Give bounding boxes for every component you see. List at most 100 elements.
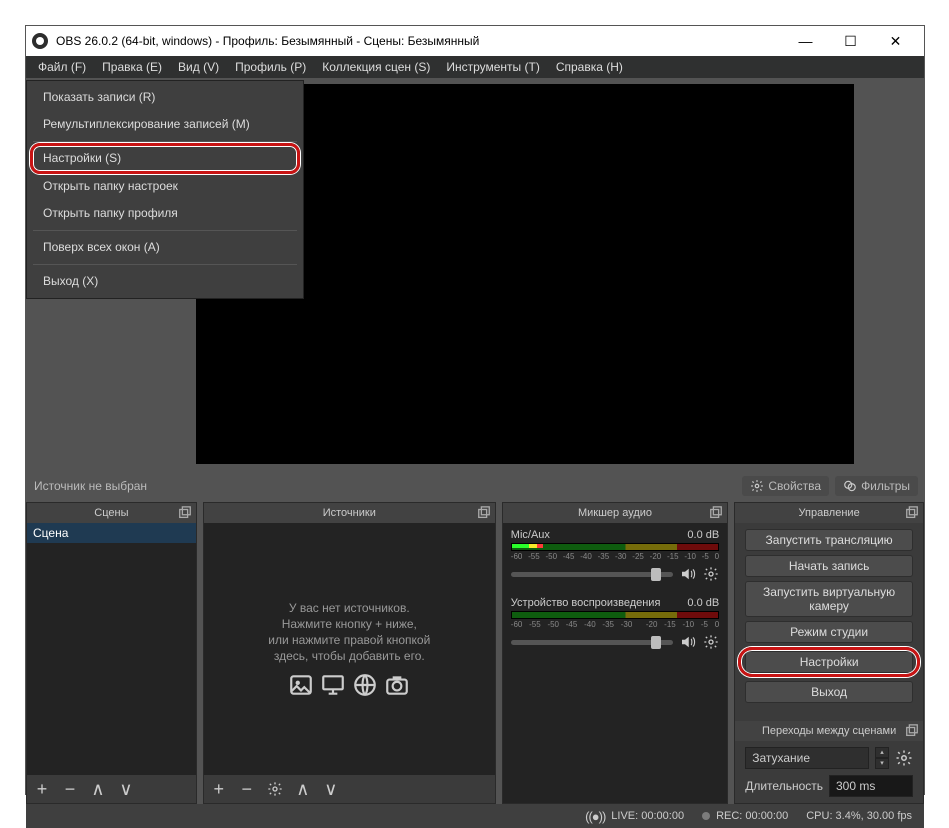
track-name: Mic/Aux [511, 529, 550, 541]
mixer-track-mic: Mic/Aux 0.0 dB -60-55-50-45-40-35-30-25-… [511, 529, 719, 583]
filters-label: Фильтры [861, 479, 910, 493]
speaker-icon[interactable] [679, 565, 697, 583]
filters-button[interactable]: Фильтры [835, 476, 918, 496]
remove-source-button[interactable]: − [238, 780, 256, 798]
properties-button[interactable]: Свойства [742, 476, 829, 496]
mixer-track-desktop: Устройство воспроизведения 0.0 dB -60-55… [511, 597, 719, 651]
add-scene-button[interactable]: + [33, 780, 51, 798]
menu-edit[interactable]: Правка (E) [94, 56, 170, 78]
source-properties-button[interactable] [266, 780, 284, 798]
sources-header: Источники [204, 503, 495, 523]
sources-empty-l2: Нажмите кнопку + ниже, [282, 616, 417, 632]
popout-icon[interactable] [709, 506, 723, 520]
maximize-button[interactable]: ☐ [828, 26, 873, 56]
image-icon [288, 672, 314, 698]
display-icon [320, 672, 346, 698]
menu-separator [33, 141, 297, 142]
file-menu-settings[interactable]: Настройки (S) [33, 145, 297, 172]
sources-empty-l4: здесь, чтобы добавить его. [274, 648, 425, 664]
status-rec: REC: 00:00:00 [702, 810, 788, 822]
mixer-body: Mic/Aux 0.0 dB -60-55-50-45-40-35-30-25-… [503, 523, 727, 803]
status-cpu: CPU: 3.4%, 30.00 fps [806, 810, 912, 822]
audio-meter [511, 611, 719, 619]
transitions-header: Переходы между сценами [735, 721, 923, 741]
rec-label: REC: 00:00:00 [716, 810, 788, 822]
gear-icon[interactable] [703, 566, 719, 582]
menu-help[interactable]: Справка (H) [548, 56, 631, 78]
studio-mode-button[interactable]: Режим студии [745, 621, 913, 643]
gear-icon[interactable] [703, 634, 719, 650]
menu-view[interactable]: Вид (V) [170, 56, 227, 78]
popout-icon[interactable] [905, 506, 919, 520]
file-menu-exit[interactable]: Выход (X) [27, 268, 303, 295]
mixer-title: Микшер аудио [578, 507, 652, 519]
menu-separator [33, 230, 297, 231]
app-icon [32, 33, 48, 49]
docks-row: Сцены Сцена + − ∧ ∨ Источники [26, 502, 924, 804]
status-live: ((●)) LIVE: 00:00:00 [585, 809, 684, 824]
settings-button[interactable]: Настройки [745, 651, 913, 673]
file-menu-remux[interactable]: Ремультиплексирование записей (M) [27, 111, 303, 138]
scenes-list[interactable]: Сцена [27, 523, 196, 775]
menu-file[interactable]: Файл (F) [30, 56, 94, 78]
gear-icon [750, 479, 764, 493]
popout-icon[interactable] [905, 724, 919, 741]
duration-input[interactable]: 300 ms [829, 775, 913, 797]
file-menu-show-recordings[interactable]: Показать записи (R) [27, 84, 303, 111]
menu-tools[interactable]: Инструменты (T) [438, 56, 547, 78]
controls-panel: Управление Запустить трансляцию Начать з… [734, 502, 924, 804]
controls-title: Управление [799, 507, 860, 519]
app-window: OBS 26.0.2 (64-bit, windows) - Профиль: … [25, 25, 925, 795]
move-scene-up-button[interactable]: ∧ [89, 780, 107, 798]
close-button[interactable]: ✕ [873, 26, 918, 56]
volume-slider[interactable] [511, 572, 673, 577]
start-recording-button[interactable]: Начать запись [745, 555, 913, 577]
meter-ticks: -60-55-50-45-40-35-30-25-20-15-10-50 [511, 552, 719, 561]
file-menu-dropdown: Показать записи (R) Ремультиплексировани… [26, 80, 304, 299]
volume-slider[interactable] [511, 640, 673, 645]
sources-footer: + − ∧ ∨ [204, 775, 495, 803]
add-source-button[interactable]: + [210, 780, 228, 798]
move-source-down-button[interactable]: ∨ [322, 780, 340, 798]
gear-icon[interactable] [895, 749, 913, 767]
preview-right-gutter [884, 78, 924, 470]
scenes-header: Сцены [27, 503, 196, 523]
sources-title: Источники [323, 507, 376, 519]
meter-ticks: -60-55-50-45-40-35-30-20-15-10-50 [511, 620, 719, 629]
start-streaming-button[interactable]: Запустить трансляцию [745, 529, 913, 551]
file-menu-open-profile-folder[interactable]: Открыть папку профиля [27, 200, 303, 227]
start-virtualcam-button[interactable]: Запустить виртуальную камеру [745, 581, 913, 617]
speaker-icon[interactable] [679, 633, 697, 651]
menu-bar: Файл (F) Правка (E) Вид (V) Профиль (P) … [26, 56, 924, 78]
move-scene-down-button[interactable]: ∨ [117, 780, 135, 798]
sources-empty-l3: или нажмите правой кнопкой [268, 632, 430, 648]
mixer-panel: Микшер аудио Mic/Aux 0.0 dB [502, 502, 728, 804]
window-title: OBS 26.0.2 (64-bit, windows) - Профиль: … [56, 34, 783, 48]
minimize-button[interactable]: — [783, 26, 828, 56]
transition-selected: Затухание [752, 751, 810, 765]
file-menu-open-settings-folder[interactable]: Открыть папку настроек [27, 173, 303, 200]
sources-panel: Источники У вас нет источников. Нажмите … [203, 502, 496, 804]
camera-icon [384, 672, 410, 698]
audio-meter [511, 543, 719, 551]
popout-icon[interactable] [477, 506, 491, 520]
transition-stepper[interactable]: ▴▾ [875, 747, 889, 769]
scene-item[interactable]: Сцена [27, 523, 196, 543]
globe-icon [352, 672, 378, 698]
exit-button[interactable]: Выход [745, 681, 913, 703]
sources-list[interactable]: У вас нет источников. Нажмите кнопку + н… [204, 523, 495, 775]
menu-profile[interactable]: Профиль (P) [227, 56, 314, 78]
properties-label: Свойства [768, 479, 821, 493]
track-level: 0.0 dB [687, 529, 719, 541]
move-source-up-button[interactable]: ∧ [294, 780, 312, 798]
file-menu-always-on-top[interactable]: Поверх всех окон (A) [27, 234, 303, 261]
source-toolbar: Источник не выбран Свойства Фильтры [26, 470, 924, 502]
controls-body: Запустить трансляцию Начать запись Запус… [735, 523, 923, 803]
popout-icon[interactable] [178, 506, 192, 520]
transition-select[interactable]: Затухание [745, 747, 869, 769]
scenes-title: Сцены [94, 507, 128, 519]
transitions-title: Переходы между сценами [762, 725, 896, 737]
menu-scene-collection[interactable]: Коллекция сцен (S) [314, 56, 438, 78]
filters-icon [843, 479, 857, 493]
remove-scene-button[interactable]: − [61, 780, 79, 798]
